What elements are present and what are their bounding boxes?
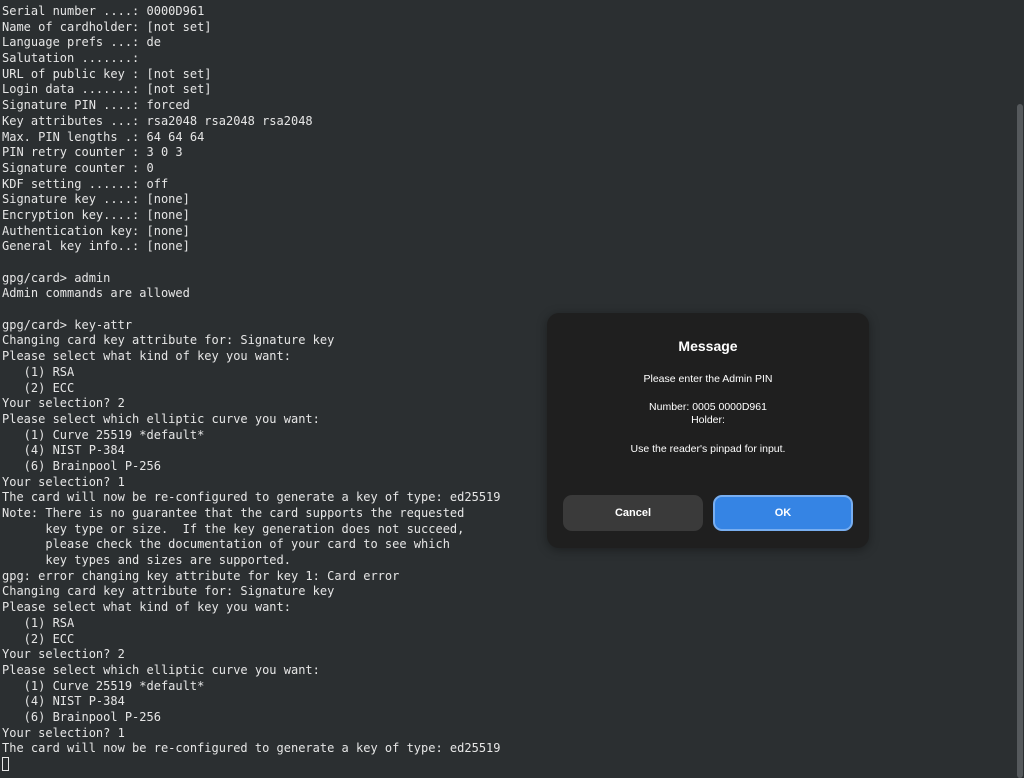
terminal-line: Please select what kind of key you want: [2, 600, 291, 615]
scrollbar-thumb[interactable] [1017, 104, 1023, 778]
terminal-line: The card will now be re-configured to ge… [2, 741, 501, 756]
dialog-prompt: Please enter the Admin PIN [643, 373, 773, 385]
ok-button[interactable]: OK [713, 495, 853, 531]
terminal-line: Name of cardholder: [not set] [2, 19, 212, 34]
card-holder: Holder: [691, 414, 725, 426]
terminal-line: Your selection? 2 [2, 647, 125, 662]
cancel-button[interactable]: Cancel [563, 495, 703, 531]
terminal-line: (6) Brainpool P-256 [2, 709, 161, 724]
terminal-line: Serial number ....: 0000D961 [2, 4, 205, 18]
terminal-line: Signature PIN ....: forced [2, 98, 190, 113]
terminal-line: (1) RSA [2, 615, 75, 630]
terminal-scrollbar[interactable] [1016, 0, 1024, 778]
terminal-line: General key info..: [none] [2, 239, 190, 254]
terminal-line: gpg/card> admin [2, 270, 111, 285]
terminal-line: PIN retry counter : 3 0 3 [2, 145, 183, 160]
terminal-line: Signature key ....: [none] [2, 192, 190, 207]
card-number: Number: 0005 0000D961 [649, 401, 767, 413]
terminal-line: Authentication key: [none] [2, 223, 190, 238]
terminal-input-line[interactable] [2, 757, 1016, 773]
terminal-line: (2) ECC [2, 631, 75, 646]
pinpad-hint: Use the reader's pinpad for input. [630, 443, 786, 455]
terminal-line: Encryption key....: [none] [2, 207, 190, 222]
terminal-line: (4) NIST P-384 [2, 694, 125, 709]
terminal-line: Admin commands are allowed [2, 286, 190, 301]
terminal-line: key types and sizes are supported. [2, 553, 291, 568]
terminal-line: Key attributes ...: rsa2048 rsa2048 rsa2… [2, 113, 313, 128]
terminal-line: Changing card key attribute for: Signatu… [2, 584, 335, 599]
pin-message-dialog: Message Please enter the Admin PIN Numbe… [547, 313, 869, 548]
terminal-line: Please select which elliptic curve you w… [2, 662, 320, 677]
terminal-line: URL of public key : [not set] [2, 66, 212, 81]
terminal-line: Max. PIN lengths .: 64 64 64 [2, 129, 205, 144]
terminal-line: (1) Curve 25519 *default* [2, 678, 205, 693]
terminal-line: Salutation .......: [2, 51, 140, 66]
dialog-title: Message [678, 338, 738, 354]
terminal-line: Your selection? 1 [2, 725, 125, 740]
terminal-line: KDF setting ......: off [2, 176, 169, 191]
terminal-line: Signature counter : 0 [2, 160, 154, 175]
terminal-line: gpg: error changing key attribute for ke… [2, 568, 400, 583]
text-cursor [2, 757, 9, 771]
terminal-line: Language prefs ...: de [2, 35, 161, 50]
terminal-line: Login data .......: [not set] [2, 82, 212, 97]
